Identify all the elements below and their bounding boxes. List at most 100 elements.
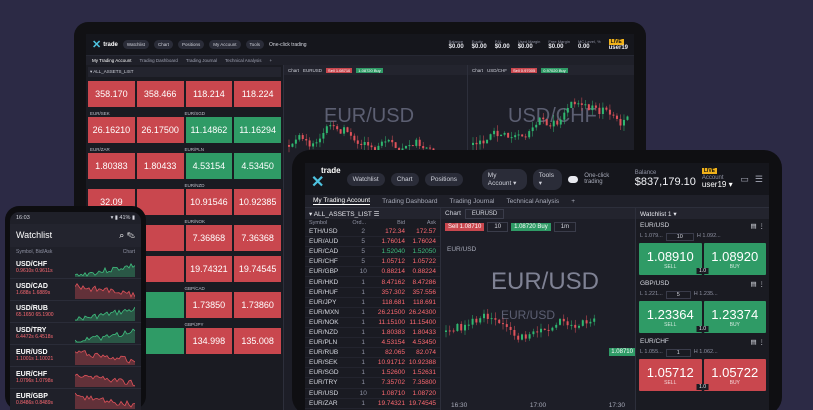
chart-sell-button[interactable]: Sell 1.08710 <box>445 223 485 231</box>
asset-row[interactable]: EUR/SEK 1 10.91712 10.92388 <box>305 358 440 369</box>
buy-tile[interactable]: 4.53450 <box>234 153 281 179</box>
nav-watchlist[interactable]: Watchlist <box>122 40 149 49</box>
tab-trading-journal[interactable]: Trading Journal <box>450 198 495 205</box>
buy-tile[interactable]: 135.008 <box>234 328 281 354</box>
sell-tile[interactable]: 7.36868 <box>185 225 233 251</box>
buy-tile[interactable]: 7.36368 <box>234 225 281 251</box>
chart-icon[interactable]: ▤ ⋮ <box>751 222 765 230</box>
list-header[interactable]: ▾ ALL_ASSETS_LIST <box>88 67 281 77</box>
phone-list-item[interactable]: USD/TRY 6.4472s 6.4518s <box>10 323 141 345</box>
my-account-button[interactable]: My Account ▾ <box>481 168 527 190</box>
chart-qty-input[interactable]: 10 <box>487 222 509 232</box>
add-tab-icon[interactable]: + <box>270 58 273 63</box>
asset-row[interactable]: EUR/CHF 5 1.05712 1.05722 <box>305 257 440 268</box>
asset-row[interactable]: EUR/GBP 10 0.88214 0.88224 <box>305 267 440 278</box>
tablet-chart[interactable]: Chart EURUSD Sell 1.08710 10 1.08720 Buy … <box>441 208 635 410</box>
tab-trading-journal[interactable]: Trading Journal <box>186 58 217 63</box>
sell-button[interactable]: 1.08910 SELL <box>639 243 702 275</box>
sell-tile[interactable]: 1.73850 <box>185 292 233 318</box>
chart-buy-button[interactable]: 0.97020 Buy <box>541 67 568 73</box>
phone-list-item[interactable]: USD/CAD 1.688s 1.6889s <box>10 279 141 301</box>
asset-row[interactable]: EUR/SGD 1 1.52600 1.52631 <box>305 368 440 379</box>
sell-tile[interactable]: 11.14862 <box>185 117 233 143</box>
buy-tile[interactable]: 10.92385 <box>234 189 281 215</box>
buy-tile[interactable]: 26.17500 <box>136 117 184 143</box>
asset-row[interactable]: EUR/HKD 1 8.47162 8.47286 <box>305 277 440 288</box>
buy-button[interactable]: 1.23374 BUY <box>703 301 766 333</box>
asset-row[interactable]: EUR/CAD 5 1.52040 1.52050 <box>305 247 440 258</box>
col-bid[interactable]: Bid <box>374 220 405 226</box>
buy-tile[interactable]: 1.73860 <box>234 292 281 318</box>
phone-list-item[interactable]: USD/RUB 65.1650 65.1900 <box>10 301 141 323</box>
asset-row[interactable]: ETH/USD 2 172.34 172.57 <box>305 227 440 238</box>
chart-buy-button[interactable]: 1.08720 Buy <box>511 223 551 231</box>
tab-technical-analysis[interactable]: Technical Analysis <box>506 198 559 205</box>
tools-button[interactable]: Tools <box>245 40 265 49</box>
phone-list-item[interactable]: USD/CHF 0.9610s 0.9611s <box>10 257 141 279</box>
asset-row[interactable]: EUR/TRY 1 7.35702 7.35800 <box>305 378 440 389</box>
nav-chart[interactable]: Chart <box>390 172 419 186</box>
buy-tile[interactable]: 11.16294 <box>234 117 281 143</box>
edit-icon[interactable]: ✎ <box>127 230 135 240</box>
buy-tile[interactable]: 358.466 <box>136 81 184 107</box>
account-selector[interactable]: LIVE Account user19 ▾ <box>701 168 735 190</box>
asset-row[interactable]: EUR/USD 10 1.08710 1.08720 <box>305 389 440 399</box>
sell-tile[interactable]: 4.53154 <box>185 153 233 179</box>
chart-sell-button[interactable]: Sell 0.97005 <box>511 67 538 73</box>
buy-tile[interactable]: 118.224 <box>234 81 281 107</box>
qty-input[interactable]: 1 <box>665 349 691 357</box>
chart-buy-button[interactable]: 1.08720 Buy <box>356 67 383 73</box>
tools-button[interactable]: Tools ▾ <box>532 168 563 190</box>
col-orders[interactable]: Ord... <box>352 220 374 226</box>
my-account-button[interactable]: My Account <box>209 40 241 49</box>
sell-tile[interactable]: 134.998 <box>185 328 233 354</box>
one-click-toggle[interactable]: One-click trading <box>269 42 307 48</box>
col-ask[interactable]: Ask <box>405 220 436 226</box>
add-tab-icon[interactable]: + <box>571 198 575 205</box>
nav-positions[interactable]: Positions <box>424 172 463 186</box>
timeframe-select[interactable]: 1m <box>553 222 577 232</box>
sell-tile[interactable]: 10.91546 <box>185 189 233 215</box>
sell-tile[interactable]: 1.80383 <box>88 153 135 179</box>
asset-row[interactable]: EUR/AUD 5 1.76014 1.76024 <box>305 237 440 248</box>
asset-row[interactable]: EUR/NZD 1 1.80383 1.80433 <box>305 328 440 339</box>
asset-row[interactable]: EUR/MXN 1 26.21500 26.24300 <box>305 308 440 318</box>
asset-row[interactable]: EUR/PLN 1 4.53154 4.53450 <box>305 338 440 349</box>
one-click-toggle[interactable] <box>568 175 579 183</box>
sell-button[interactable]: 1.05712 SELL <box>639 359 702 391</box>
chart-pair-input[interactable]: EURUSD <box>464 208 505 219</box>
qty-input[interactable]: 5 <box>665 291 691 299</box>
asset-row[interactable]: EUR/JPY 1 118.681 118.691 <box>305 298 440 308</box>
phone-list-item[interactable]: EUR/CHF 1.0796s 1.0798s <box>10 367 141 389</box>
buy-button[interactable]: 1.08920 BUY <box>703 243 766 275</box>
buy-tile[interactable] <box>136 189 184 215</box>
tab-my-trading-account[interactable]: My Trading Account <box>92 58 132 63</box>
asset-row[interactable]: EUR/HUF 1 357.302 357.556 <box>305 288 440 298</box>
sell-button[interactable]: 1.23364 SELL <box>639 301 702 333</box>
chart-icon[interactable]: ▤ ⋮ <box>751 280 765 288</box>
tab-trading-dashboard[interactable]: Trading Dashboard <box>382 198 437 205</box>
phone-list-item[interactable]: EUR/USD 1.1001s 1.10021 <box>10 345 141 367</box>
laptop-account[interactable]: LIVE user19 <box>608 38 628 51</box>
sell-tile[interactable]: 118.214 <box>185 81 233 107</box>
phone-list-item[interactable]: EUR/GBP 0.8486s 0.8489s <box>10 389 141 410</box>
tab-trading-dashboard[interactable]: Trading Dashboard <box>140 58 178 63</box>
chart-sell-button[interactable]: Sell 1.08710 <box>326 67 353 73</box>
sell-tile[interactable]: 19.74321 <box>185 256 233 282</box>
asset-row[interactable]: EUR/ZAR 1 19.74321 19.74545 <box>305 399 440 409</box>
buy-tile[interactable]: 19.74545 <box>234 256 281 282</box>
asset-row[interactable]: EUR/RUB 1 82.065 82.074 <box>305 348 440 359</box>
asset-row[interactable]: EUR/NOK 1 11.15100 11.15400 <box>305 318 440 328</box>
chart-icon[interactable]: ▤ ⋮ <box>751 338 765 346</box>
nav-watchlist[interactable]: Watchlist <box>346 172 385 186</box>
search-icon[interactable]: ⌕ <box>119 230 124 240</box>
tab-my-trading-account[interactable]: My Trading Account <box>313 197 371 205</box>
nav-chart[interactable]: Chart <box>153 40 173 49</box>
buy-button[interactable]: 1.05722 BUY <box>703 359 766 391</box>
qty-input[interactable]: 10 <box>665 233 694 241</box>
nav-positions[interactable]: Positions <box>178 40 205 49</box>
assets-header[interactable]: ▾ ALL_ASSETS_LIST ☰ <box>305 208 440 219</box>
buy-tile[interactable]: 1.80433 <box>136 153 184 179</box>
tab-technical-analysis[interactable]: Technical Analysis <box>225 58 262 63</box>
menu-icon[interactable]: ☰ <box>755 174 763 185</box>
